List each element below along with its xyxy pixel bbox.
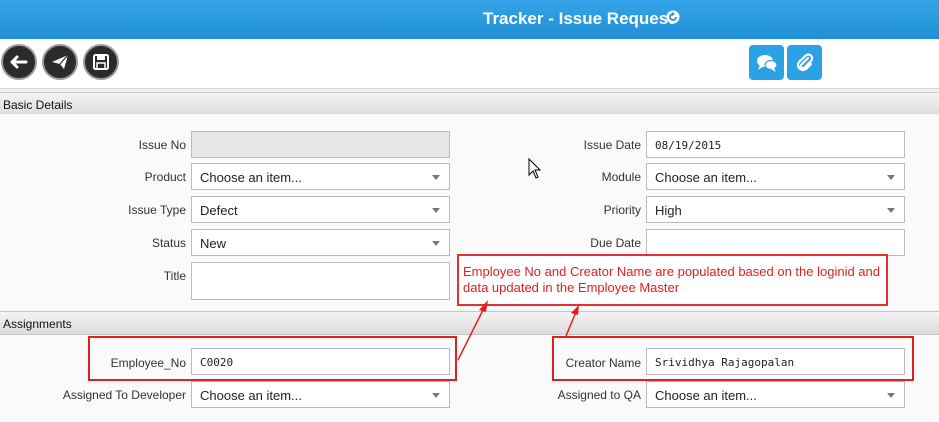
toolbar [0,39,939,89]
title-label: Title [163,269,186,283]
issue-type-value: Defect [200,203,238,218]
module-value: Choose an item... [655,170,757,185]
page-title: Tracker - Issue Request [483,9,674,28]
section-title: Basic Details [3,98,73,112]
assigned-qa-value: Choose an item... [655,388,757,403]
assigned-qa-select[interactable]: Choose an item... [646,381,905,408]
send-button[interactable] [42,44,78,80]
attach-button[interactable] [787,45,822,80]
title-field[interactable] [191,262,450,300]
chevron-down-icon [432,241,440,246]
chevron-down-icon [432,208,440,213]
employee-no-highlight [88,336,457,381]
issue-type-select[interactable]: Defect [191,196,450,223]
comments-button[interactable] [749,45,784,80]
back-button[interactable] [1,44,37,80]
basic-details-header[interactable]: Basic Details [0,92,939,116]
assigned-developer-label: Assigned To Developer [62,388,186,402]
chevron-down-icon [432,175,440,180]
paperclip-icon [796,52,813,71]
assigned-developer-value: Choose an item... [200,388,302,403]
module-select[interactable]: Choose an item... [646,163,905,190]
chevron-down-icon [887,393,895,398]
annotation-callout: Employee No and Creator Name are populat… [457,254,888,306]
product-select[interactable]: Choose an item... [191,163,450,190]
status-value: New [200,236,227,251]
priority-select[interactable]: High [646,196,905,223]
save-button[interactable] [83,44,119,80]
issue-no-label: Issue No [138,138,186,152]
issue-type-label: Issue Type [128,203,186,217]
creator-name-highlight [552,336,914,381]
chat-bubbles-icon [756,54,778,72]
floppy-disk-icon [93,54,109,70]
due-date-field[interactable] [646,229,905,256]
chevron-down-icon [887,208,895,213]
issue-date-field[interactable]: 08/19/2015 [646,131,905,158]
priority-label: Priority [603,203,641,217]
due-date-label: Due Date [590,236,641,250]
product-value: Choose an item... [200,170,302,185]
chevron-down-icon [432,393,440,398]
assigned-qa-label: Assigned to QA [557,388,641,402]
status-label: Status [151,236,186,250]
priority-value: High [655,203,682,218]
refresh-icon[interactable] [665,9,681,25]
assignments-header[interactable]: Assignments [0,311,939,335]
title-bar: Tracker - Issue Request [0,0,939,39]
issue-date-label: Issue Date [583,138,641,152]
assigned-developer-select[interactable]: Choose an item... [191,381,450,408]
product-label: Product [144,170,186,184]
module-label: Module [601,170,641,184]
section-title: Assignments [3,317,72,331]
chevron-down-icon [887,175,895,180]
issue-no-field [191,131,450,158]
arrow-left-icon [10,55,28,69]
paper-plane-icon [52,54,69,69]
status-select[interactable]: New [191,229,450,256]
